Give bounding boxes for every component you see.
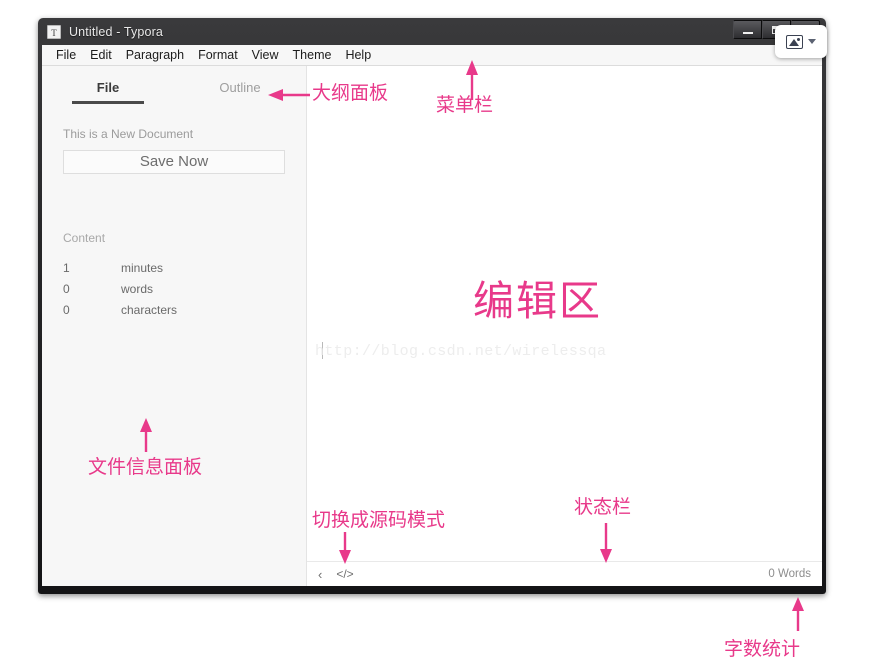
minimize-icon: [742, 31, 753, 34]
tab-file-label: File: [96, 80, 120, 95]
annotation-source-mode: 切换成源码模式: [312, 509, 446, 531]
file-info-panel: This is a New Document Save Now: [42, 127, 306, 174]
content-stats-section: Content 1 minutes 0 words 0 characters: [42, 231, 306, 321]
annotation-outline-panel: 大纲面板: [312, 82, 389, 104]
annotation-status-bar: 状态栏: [574, 496, 632, 518]
sidebar-tabs: File Outline: [42, 66, 306, 104]
save-now-button[interactable]: Save Now: [63, 150, 285, 174]
sidebar-panel: File Outline This is a New Document Save…: [42, 66, 307, 586]
stat-row-words: 0 words: [63, 279, 285, 300]
title-bar[interactable]: T Untitled - Typora: [38, 18, 826, 45]
source-code-mode-icon[interactable]: </>: [336, 567, 353, 581]
sidebar-toggle-icon[interactable]: ‹: [318, 567, 322, 582]
menu-item-paragraph[interactable]: Paragraph: [119, 45, 191, 65]
content-heading: Content: [63, 231, 106, 245]
body-split: File Outline This is a New Document Save…: [42, 66, 822, 586]
stat-row-minutes: 1 minutes: [63, 258, 285, 279]
arrow-to-status-bar: [598, 523, 614, 563]
menu-bar: File Edit Paragraph Format View Theme He…: [42, 45, 822, 66]
tab-active-underline: [72, 101, 144, 104]
status-bar: ‹ </> 0 Words: [307, 561, 822, 586]
picture-icon[interactable]: [786, 34, 803, 49]
arrow-to-file-info-panel: [138, 418, 154, 452]
stat-label-characters: characters: [121, 303, 178, 317]
client-area: File Edit Paragraph Format View Theme He…: [42, 45, 822, 586]
stat-row-characters: 0 characters: [63, 300, 285, 321]
capture-tool-popup[interactable]: [775, 25, 827, 58]
word-count-label: 0 Words: [768, 568, 811, 580]
arrow-to-source-mode: [337, 532, 353, 564]
minimize-button[interactable]: [733, 20, 762, 39]
watermark-text: http://blog.csdn.net/wirelessqa: [315, 343, 607, 360]
editor-panel: http://blog.csdn.net/wirelessqa ‹ </> 0 …: [307, 66, 822, 586]
stat-value-characters: 0: [63, 303, 70, 317]
application-window: T Untitled - Typora ✕ File Edit Paragrap…: [38, 18, 826, 594]
tab-outline-label: Outline: [219, 80, 261, 95]
stat-value-words: 0: [63, 282, 70, 296]
menu-item-format[interactable]: Format: [191, 45, 245, 65]
typora-app-icon: T: [47, 24, 61, 39]
window-title: Untitled - Typora: [69, 24, 164, 39]
annotation-menu-bar: 菜单栏: [436, 94, 494, 116]
tab-file[interactable]: File: [42, 80, 174, 104]
annotation-word-count: 字数统计: [724, 638, 801, 660]
chevron-down-icon[interactable]: [808, 39, 816, 44]
stat-value-minutes: 1: [63, 261, 70, 275]
document-state-text: This is a New Document: [63, 127, 194, 141]
annotation-file-info-panel: 文件信息面板: [88, 456, 203, 478]
arrow-to-word-count: [790, 597, 806, 631]
menu-item-help[interactable]: Help: [338, 45, 378, 65]
arrow-to-outline-panel: [268, 88, 310, 102]
stat-label-minutes: minutes: [121, 261, 164, 275]
menu-item-file[interactable]: File: [49, 45, 83, 65]
menu-item-view[interactable]: View: [245, 45, 286, 65]
menu-item-edit[interactable]: Edit: [83, 45, 119, 65]
annotation-edit-area: 编辑区: [473, 277, 602, 325]
menu-item-theme[interactable]: Theme: [286, 45, 339, 65]
stat-label-words: words: [121, 282, 154, 296]
